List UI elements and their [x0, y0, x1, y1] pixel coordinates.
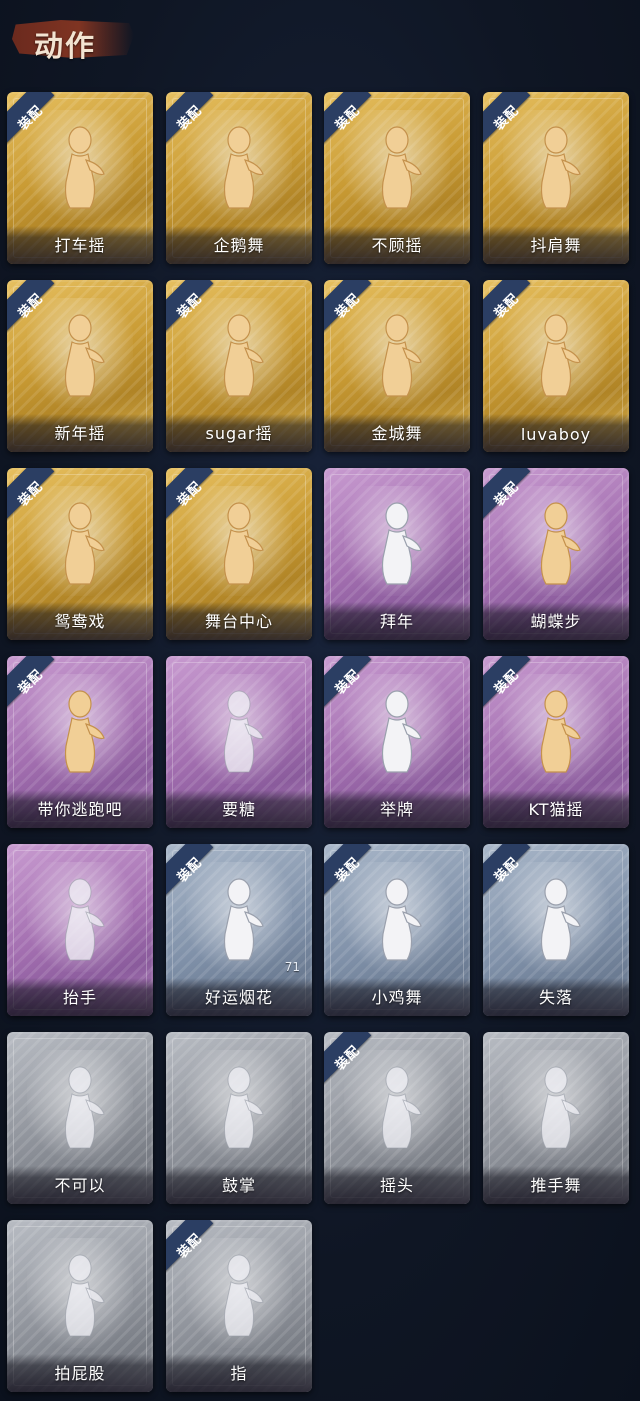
emote-card[interactable]: 舞台中心 装配 [166, 468, 312, 640]
emote-name: 举牌 [379, 800, 414, 819]
emote-card[interactable]: 要糖 [166, 656, 312, 828]
emote-name: 舞台中心 [204, 612, 273, 631]
emote-name: 拍屁股 [54, 1364, 106, 1383]
emote-name: 鸳鸯戏 [54, 612, 106, 631]
emote-card[interactable]: 摇头 装配 [324, 1032, 470, 1204]
equipped-badge: 装配 [324, 1032, 384, 1092]
emote-card[interactable]: 抖肩舞 装配 [483, 92, 629, 264]
equipped-badge: 装配 [166, 468, 226, 528]
emote-card[interactable]: 鸳鸯戏 装配 [7, 468, 153, 640]
equipped-badge: 装配 [324, 844, 384, 904]
section-header: 动作 [12, 14, 134, 63]
equipped-badge: 装配 [483, 844, 543, 904]
emote-card[interactable]: 推手舞 [483, 1032, 629, 1204]
emote-card[interactable]: 蝴蝶步 装配 [483, 468, 629, 640]
emote-card[interactable]: 打车摇 装配 [7, 92, 153, 264]
emote-name: 鼓掌 [221, 1176, 256, 1195]
raise-hand-figure-icon [50, 876, 110, 962]
emote-card[interactable]: 拍屁股 [7, 1220, 153, 1392]
emote-name: 不顾摇 [371, 236, 423, 255]
emote-name: 失落 [538, 988, 573, 1007]
emote-name: 拜年 [379, 612, 414, 631]
emote-name: 抖肩舞 [530, 236, 582, 255]
equipped-badge: 装配 [324, 656, 384, 716]
equipped-badge: 装配 [483, 468, 543, 528]
emote-name: 推手舞 [530, 1176, 582, 1195]
emote-name: 不可以 [54, 1176, 106, 1195]
ask-candy-figure-icon [209, 688, 269, 774]
emote-card[interactable]: 金城舞 装配 [324, 280, 470, 452]
emote-name: sugar摇 [205, 424, 273, 443]
emote-card[interactable]: 71 好运烟花 装配 [166, 844, 312, 1016]
emote-card[interactable]: 不顾摇 装配 [324, 92, 470, 264]
emote-name: 要糖 [221, 800, 256, 819]
emote-card[interactable]: 指 装配 [166, 1220, 312, 1392]
finger-wag-icon [50, 1064, 110, 1150]
equipped-badge: 装配 [166, 280, 226, 340]
emote-card[interactable]: 鼓掌 [166, 1032, 312, 1204]
emote-name: luvaboy [520, 425, 592, 444]
push-hand-figure-icon [526, 1064, 586, 1150]
clap-hands-icon [209, 1064, 269, 1150]
slap-figure-icon [50, 1252, 110, 1338]
equipped-badge: 装配 [483, 280, 543, 340]
emote-card[interactable]: 举牌 装配 [324, 656, 470, 828]
equipped-badge: 装配 [166, 92, 226, 152]
emote-name: 摇头 [379, 1176, 414, 1195]
emote-name: 金城舞 [371, 424, 423, 443]
equipped-badge: 装配 [7, 280, 67, 340]
emote-card[interactable]: 抬手 [7, 844, 153, 1016]
equipped-badge: 装配 [483, 656, 543, 716]
bow-figure-icon [367, 500, 427, 586]
emote-name: 抬手 [62, 988, 97, 1007]
emote-card[interactable]: 小鸡舞 装配 [324, 844, 470, 1016]
equipped-badge: 装配 [7, 468, 67, 528]
emote-name: 指 [230, 1364, 248, 1383]
equipped-badge: 装配 [483, 92, 543, 152]
emote-card[interactable]: 失落 装配 [483, 844, 629, 1016]
emote-name: 好运烟花 [204, 988, 273, 1007]
emote-name: 小鸡舞 [371, 988, 423, 1007]
equipped-badge: 装配 [7, 92, 67, 152]
equipped-badge: 装配 [7, 656, 67, 716]
emote-name: KT猫摇 [528, 800, 584, 819]
item-count: 71 [284, 960, 300, 974]
emote-name: 带你逃跑吧 [37, 800, 123, 819]
emote-card[interactable]: 带你逃跑吧 装配 [7, 656, 153, 828]
emote-card[interactable]: 新年摇 装配 [7, 280, 153, 452]
equipped-badge: 装配 [166, 1220, 226, 1280]
emote-card[interactable]: 企鹅舞 装配 [166, 92, 312, 264]
equipped-badge: 装配 [166, 844, 226, 904]
emote-name: 新年摇 [54, 424, 106, 443]
emote-card[interactable]: 拜年 [324, 468, 470, 640]
emote-card[interactable]: 不可以 [7, 1032, 153, 1204]
emote-card[interactable]: luvaboy 装配 [483, 280, 629, 452]
emote-name: 蝴蝶步 [530, 612, 582, 631]
emote-name: 企鹅舞 [213, 236, 265, 255]
equipped-badge: 装配 [324, 92, 384, 152]
section-title: 动作 [34, 29, 97, 63]
emote-card[interactable]: sugar摇 装配 [166, 280, 312, 452]
equipped-badge: 装配 [324, 280, 384, 340]
emote-card[interactable]: KT猫摇 装配 [483, 656, 629, 828]
emote-name: 打车摇 [54, 236, 106, 255]
